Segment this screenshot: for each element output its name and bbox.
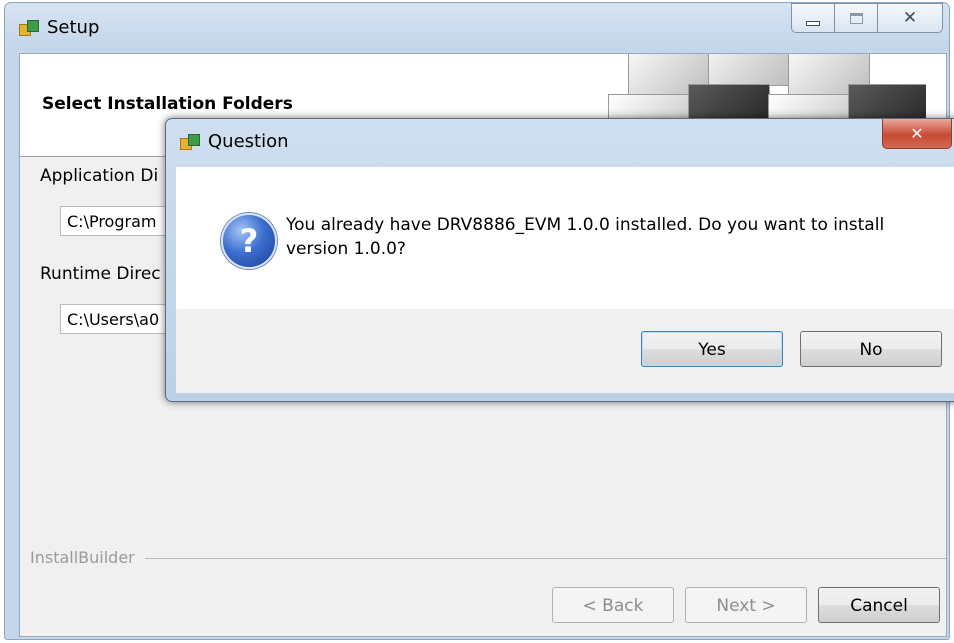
dialog-title: Question (208, 131, 289, 152)
setup-app-icon (19, 19, 39, 36)
runtime-directory-label: Runtime Direc (40, 264, 161, 284)
close-button[interactable]: ✕ (877, 3, 943, 33)
question-icon: ? (221, 213, 277, 269)
minimize-button[interactable] (791, 3, 835, 33)
page-title: Select Installation Folders (42, 94, 293, 114)
dialog-close-button[interactable]: ✕ (882, 119, 952, 149)
no-button[interactable]: No (800, 331, 942, 367)
maximize-button[interactable] (834, 3, 878, 33)
back-button[interactable]: < Back (552, 587, 674, 623)
setup-titlebar: Setup (19, 17, 99, 38)
installbuilder-brand: InstallBuilder (30, 548, 145, 567)
dialog-titlebar: Question (180, 131, 289, 152)
close-icon: ✕ (902, 8, 918, 28)
minimize-icon (806, 20, 820, 26)
question-dialog: Question ✕ ? You already have DRV8886_EV… (165, 118, 954, 402)
next-button[interactable]: Next > (685, 587, 807, 623)
setup-window-title: Setup (47, 17, 100, 38)
application-directory-label: Application Di (40, 166, 159, 186)
dialog-footer: Yes No (176, 309, 954, 393)
maximize-icon (849, 12, 863, 24)
close-icon: ✕ (910, 124, 924, 143)
brand-divider (30, 558, 946, 559)
dialog-message: You already have DRV8886_EVM 1.0.0 insta… (286, 215, 885, 259)
window-controls: ✕ (791, 3, 943, 33)
dialog-app-icon (180, 133, 200, 150)
yes-button[interactable]: Yes (641, 331, 783, 367)
cancel-button[interactable]: Cancel (818, 587, 940, 623)
dialog-body: ? You already have DRV8886_EVM 1.0.0 ins… (176, 167, 954, 309)
